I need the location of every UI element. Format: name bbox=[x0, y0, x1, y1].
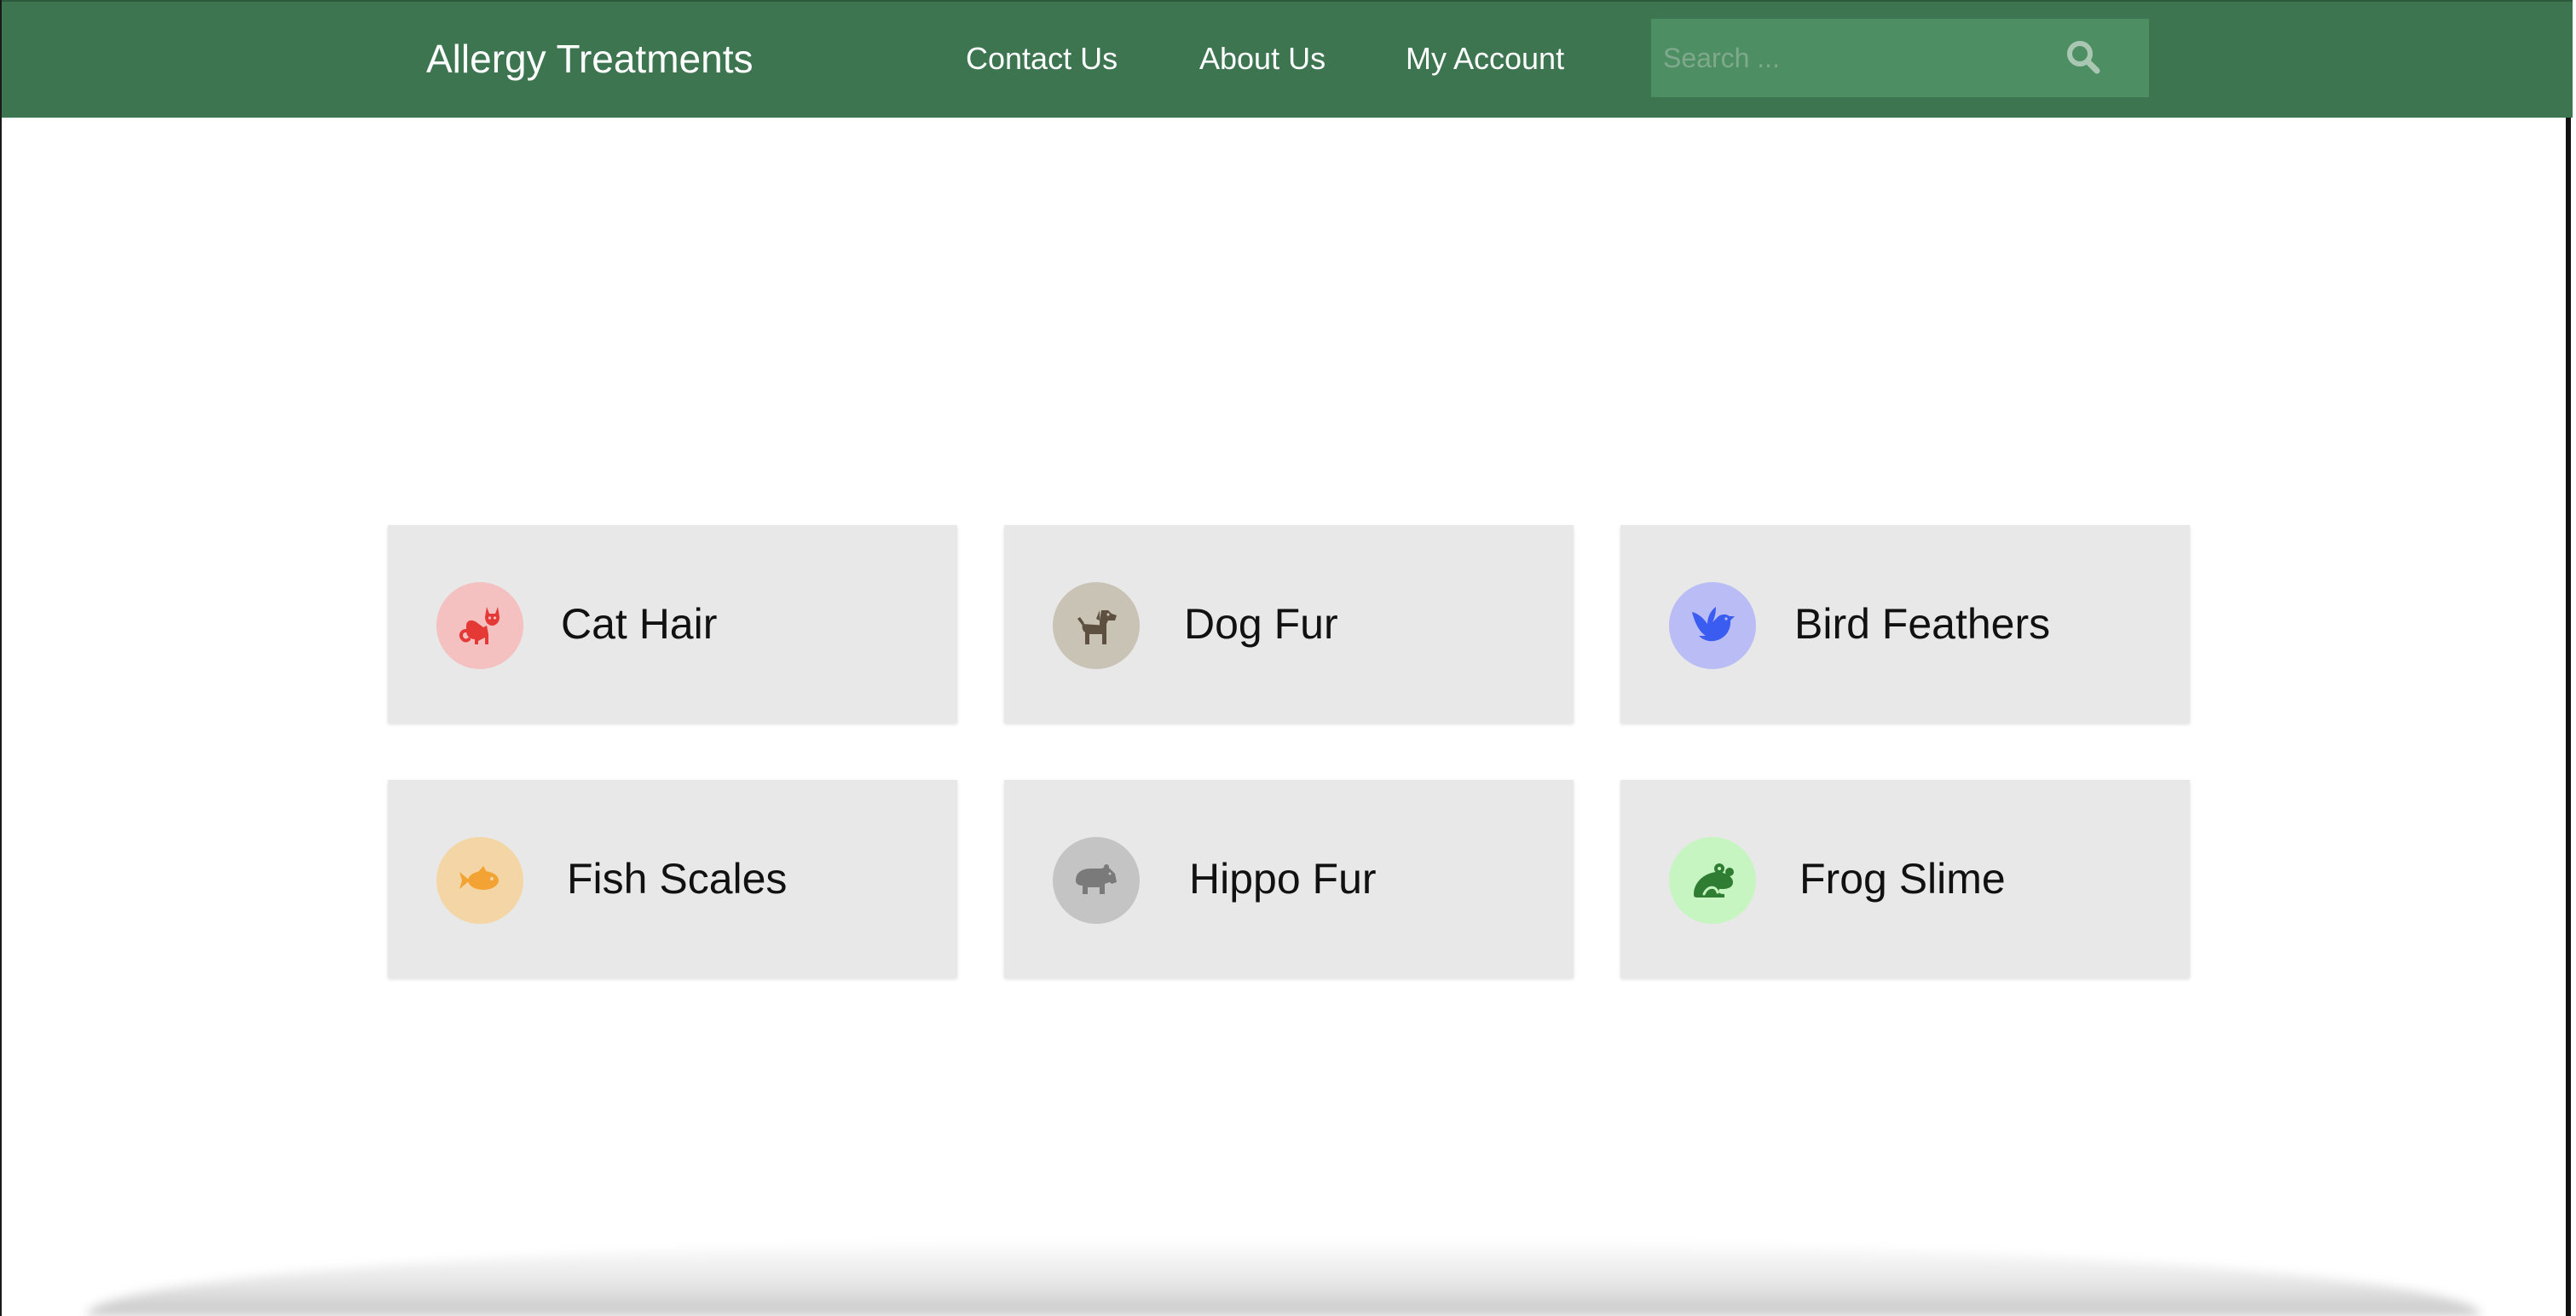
page: Allergy Treatments Contact Us About Us M… bbox=[0, 0, 2573, 1316]
card-fish-scales[interactable]: Fish Scales bbox=[388, 780, 957, 978]
bird-icon bbox=[1669, 582, 1756, 669]
search-icon bbox=[2067, 41, 2100, 74]
top-navbar: Allergy Treatments Contact Us About Us M… bbox=[2, 0, 2573, 118]
card-frog-slime[interactable]: Frog Slime bbox=[1620, 780, 2190, 978]
fish-icon bbox=[436, 837, 523, 924]
hippo-icon bbox=[1053, 837, 1140, 924]
cat-icon bbox=[436, 582, 523, 669]
search-box bbox=[1651, 19, 2149, 97]
card-label: Frog Slime bbox=[1799, 855, 2006, 903]
card-bird-feathers[interactable]: Bird Feathers bbox=[1620, 525, 2190, 723]
nav-contact-us[interactable]: Contact Us bbox=[966, 2, 1118, 116]
nav-about-us[interactable]: About Us bbox=[1199, 2, 1326, 116]
card-cat-hair[interactable]: Cat Hair bbox=[388, 525, 957, 723]
card-label: Dog Fur bbox=[1184, 600, 1338, 648]
card-label: Bird Feathers bbox=[1794, 600, 2051, 648]
card-label: Fish Scales bbox=[567, 855, 788, 903]
bottom-shadow bbox=[87, 1239, 2481, 1316]
card-label: Cat Hair bbox=[561, 600, 718, 648]
dog-icon bbox=[1053, 582, 1140, 669]
search-button[interactable] bbox=[2059, 32, 2110, 84]
card-dog-fur[interactable]: Dog Fur bbox=[1004, 525, 1574, 723]
card-label: Hippo Fur bbox=[1189, 855, 1377, 903]
nav-my-account[interactable]: My Account bbox=[1406, 2, 1564, 116]
site-brand[interactable]: Allergy Treatments bbox=[426, 2, 753, 116]
frog-icon bbox=[1669, 837, 1756, 924]
search-input[interactable] bbox=[1651, 19, 2043, 97]
card-hippo-fur[interactable]: Hippo Fur bbox=[1004, 780, 1574, 978]
